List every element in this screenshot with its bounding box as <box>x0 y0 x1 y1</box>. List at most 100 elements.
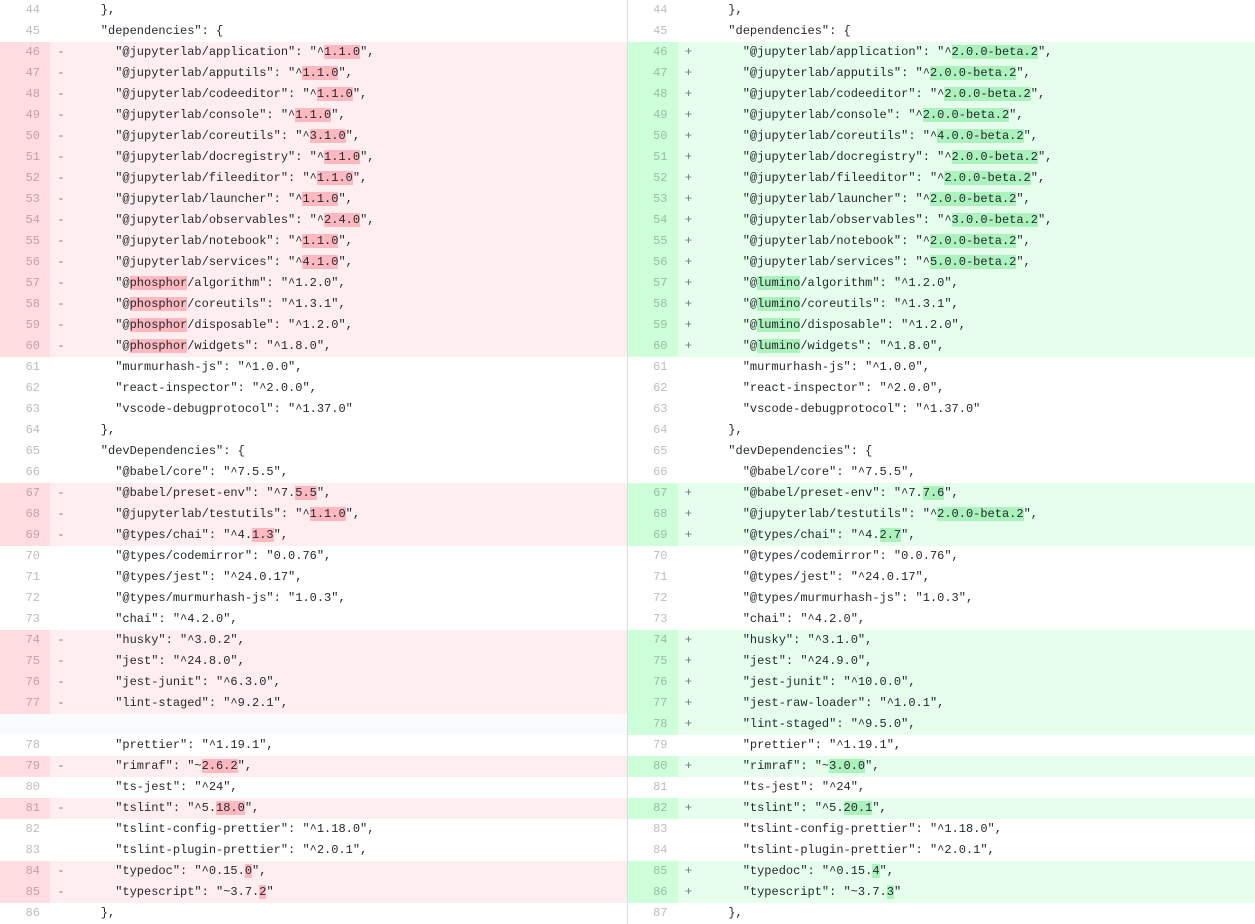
line-number[interactable]: 47 <box>628 63 678 84</box>
diff-line[interactable]: 85+ "typedoc": "^0.15.4", <box>628 861 1255 882</box>
line-number[interactable]: 58 <box>0 294 50 315</box>
diff-line[interactable]: 55- "@jupyterlab/notebook": "^1.1.0", <box>0 231 627 252</box>
code-content[interactable]: "prettier": "^1.19.1", <box>72 735 627 756</box>
code-content[interactable]: "lint-staged": "^9.5.0", <box>700 714 1255 735</box>
diff-line[interactable]: 58- "@phosphor/coreutils": "^1.3.1", <box>0 294 627 315</box>
line-number[interactable]: 60 <box>0 336 50 357</box>
diff-line[interactable]: 50+ "@jupyterlab/coreutils": "^4.0.0-bet… <box>628 126 1255 147</box>
diff-line[interactable]: 54- "@jupyterlab/observables": "^2.4.0", <box>0 210 627 231</box>
line-number[interactable]: 51 <box>628 147 678 168</box>
diff-line[interactable]: 45 "dependencies": { <box>0 21 627 42</box>
line-number[interactable]: 59 <box>628 315 678 336</box>
code-content[interactable]: "husky": "^3.0.2", <box>72 630 627 651</box>
code-content[interactable]: "@jupyterlab/notebook": "^2.0.0-beta.2", <box>700 231 1255 252</box>
line-number[interactable]: 45 <box>628 21 678 42</box>
line-number[interactable]: 52 <box>628 168 678 189</box>
code-content[interactable]: "tslint-plugin-prettier": "^2.0.1", <box>700 840 1255 861</box>
code-content[interactable]: "ts-jest": "^24", <box>72 777 627 798</box>
line-number[interactable]: 86 <box>0 903 50 924</box>
code-content[interactable]: "rimraf": "~3.0.0", <box>700 756 1255 777</box>
diff-line[interactable]: 84 "tslint-plugin-prettier": "^2.0.1", <box>628 840 1255 861</box>
code-content[interactable]: "tslint": "^5.18.0", <box>72 798 627 819</box>
code-content[interactable]: "@types/chai": "^4.1.3", <box>72 525 627 546</box>
line-number[interactable]: 60 <box>628 336 678 357</box>
code-content[interactable]: "@jupyterlab/docregistry": "^1.1.0", <box>72 147 627 168</box>
line-number[interactable]: 68 <box>628 504 678 525</box>
diff-line[interactable]: 69+ "@types/chai": "^4.2.7", <box>628 525 1255 546</box>
code-content[interactable]: "@jupyterlab/application": "^2.0.0-beta.… <box>700 42 1255 63</box>
code-content[interactable]: "typescript": "~3.7.2" <box>72 882 627 903</box>
diff-line[interactable]: 75- "jest": "^24.8.0", <box>0 651 627 672</box>
line-number[interactable]: 69 <box>628 525 678 546</box>
code-content[interactable]: }, <box>700 0 1255 21</box>
code-content[interactable]: "@lumino/algorithm": "^1.2.0", <box>700 273 1255 294</box>
line-number[interactable]: 68 <box>0 504 50 525</box>
code-content[interactable]: }, <box>700 420 1255 441</box>
code-content[interactable]: "@jupyterlab/apputils": "^1.1.0", <box>72 63 627 84</box>
line-number[interactable]: 76 <box>0 672 50 693</box>
diff-line[interactable]: 67- "@babel/preset-env": "^7.5.5", <box>0 483 627 504</box>
line-number[interactable]: 46 <box>0 42 50 63</box>
diff-line[interactable]: 56+ "@jupyterlab/services": "^5.0.0-beta… <box>628 252 1255 273</box>
diff-line[interactable]: 65 "devDependencies": { <box>628 441 1255 462</box>
diff-line[interactable]: 76- "jest-junit": "^6.3.0", <box>0 672 627 693</box>
code-content[interactable]: "typedoc": "^0.15.0", <box>72 861 627 882</box>
code-content[interactable] <box>72 714 627 735</box>
line-number[interactable]: 79 <box>628 735 678 756</box>
line-number[interactable]: 70 <box>0 546 50 567</box>
code-content[interactable]: "@babel/core": "^7.5.5", <box>700 462 1255 483</box>
diff-line[interactable]: 64 }, <box>628 420 1255 441</box>
line-number[interactable]: 77 <box>0 693 50 714</box>
code-content[interactable]: "@jupyterlab/application": "^1.1.0", <box>72 42 627 63</box>
code-content[interactable]: "@jupyterlab/console": "^1.1.0", <box>72 105 627 126</box>
line-number[interactable]: 87 <box>628 903 678 924</box>
diff-line[interactable]: 60- "@phosphor/widgets": "^1.8.0", <box>0 336 627 357</box>
code-content[interactable]: "vscode-debugprotocol": "^1.37.0" <box>72 399 627 420</box>
line-number[interactable]: 62 <box>0 378 50 399</box>
line-number[interactable]: 71 <box>0 567 50 588</box>
diff-line[interactable]: 52+ "@jupyterlab/fileeditor": "^2.0.0-be… <box>628 168 1255 189</box>
line-number[interactable]: 86 <box>628 882 678 903</box>
line-number[interactable]: 84 <box>0 861 50 882</box>
line-number[interactable]: 55 <box>0 231 50 252</box>
diff-line[interactable]: 71 "@types/jest": "^24.0.17", <box>0 567 627 588</box>
diff-line[interactable]: 67+ "@babel/preset-env": "^7.7.6", <box>628 483 1255 504</box>
diff-line[interactable]: 81- "tslint": "^5.18.0", <box>0 798 627 819</box>
code-content[interactable]: "@jupyterlab/services": "^5.0.0-beta.2", <box>700 252 1255 273</box>
code-content[interactable]: "@jupyterlab/apputils": "^2.0.0-beta.2", <box>700 63 1255 84</box>
diff-line[interactable]: 79- "rimraf": "~2.6.2", <box>0 756 627 777</box>
line-number[interactable]: 77 <box>628 693 678 714</box>
line-number[interactable]: 62 <box>628 378 678 399</box>
diff-line[interactable]: 47- "@jupyterlab/apputils": "^1.1.0", <box>0 63 627 84</box>
diff-line[interactable]: 70 "@types/codemirror": "0.0.76", <box>0 546 627 567</box>
diff-line[interactable]: 71 "@types/jest": "^24.0.17", <box>628 567 1255 588</box>
code-content[interactable]: "jest-junit": "^6.3.0", <box>72 672 627 693</box>
diff-line[interactable]: 52- "@jupyterlab/fileeditor": "^1.1.0", <box>0 168 627 189</box>
diff-line[interactable]: 56- "@jupyterlab/services": "^4.1.0", <box>0 252 627 273</box>
line-number[interactable]: 54 <box>628 210 678 231</box>
line-number[interactable]: 65 <box>0 441 50 462</box>
diff-line[interactable]: 68- "@jupyterlab/testutils": "^1.1.0", <box>0 504 627 525</box>
code-content[interactable]: "@phosphor/disposable": "^1.2.0", <box>72 315 627 336</box>
code-content[interactable]: "@jupyterlab/services": "^4.1.0", <box>72 252 627 273</box>
code-content[interactable]: }, <box>700 903 1255 924</box>
line-number[interactable]: 84 <box>628 840 678 861</box>
line-number[interactable]: 58 <box>628 294 678 315</box>
line-number[interactable] <box>0 714 50 735</box>
code-content[interactable]: }, <box>72 0 627 21</box>
diff-line[interactable] <box>0 714 627 735</box>
line-number[interactable]: 63 <box>628 399 678 420</box>
code-content[interactable]: "typescript": "~3.7.3" <box>700 882 1255 903</box>
diff-line[interactable]: 82 "tslint-config-prettier": "^1.18.0", <box>0 819 627 840</box>
line-number[interactable]: 51 <box>0 147 50 168</box>
code-content[interactable]: "jest-junit": "^10.0.0", <box>700 672 1255 693</box>
line-number[interactable]: 75 <box>628 651 678 672</box>
diff-line[interactable]: 63 "vscode-debugprotocol": "^1.37.0" <box>0 399 627 420</box>
diff-line[interactable]: 80+ "rimraf": "~3.0.0", <box>628 756 1255 777</box>
diff-line[interactable]: 66 "@babel/core": "^7.5.5", <box>628 462 1255 483</box>
code-content[interactable]: "chai": "^4.2.0", <box>72 609 627 630</box>
code-content[interactable]: "@jupyterlab/launcher": "^2.0.0-beta.2", <box>700 189 1255 210</box>
code-content[interactable]: "@jupyterlab/observables": "^3.0.0-beta.… <box>700 210 1255 231</box>
line-number[interactable]: 64 <box>0 420 50 441</box>
diff-line[interactable]: 59+ "@lumino/disposable": "^1.2.0", <box>628 315 1255 336</box>
